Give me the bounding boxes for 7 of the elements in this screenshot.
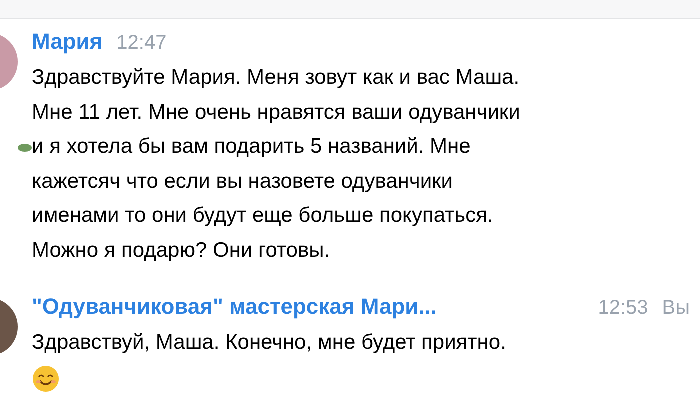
author-name[interactable]: "Одуванчиковая" мастерская Мари... [32,294,437,320]
message-time: 12:47 [116,32,167,55]
message-time: 12:53 [598,297,648,320]
sender-label: Вы [662,297,690,320]
author-name[interactable]: Мария [32,29,103,55]
message-text: Здравствуй, Маша. Конечно, мне будет приятно. [32,330,508,356]
message-text: Здравствуйте Мария. Меня зовут как и вас Маша. Мне 11 лет. Мне очень нравятся ваши одуванчики и я хотела бы вам подарить 5 названий. Мне кажетсяч что если вы назовете одуванчики именами то они будут еще больше покупаться. Можно я подарю? Они готовы. [32,65,522,264]
